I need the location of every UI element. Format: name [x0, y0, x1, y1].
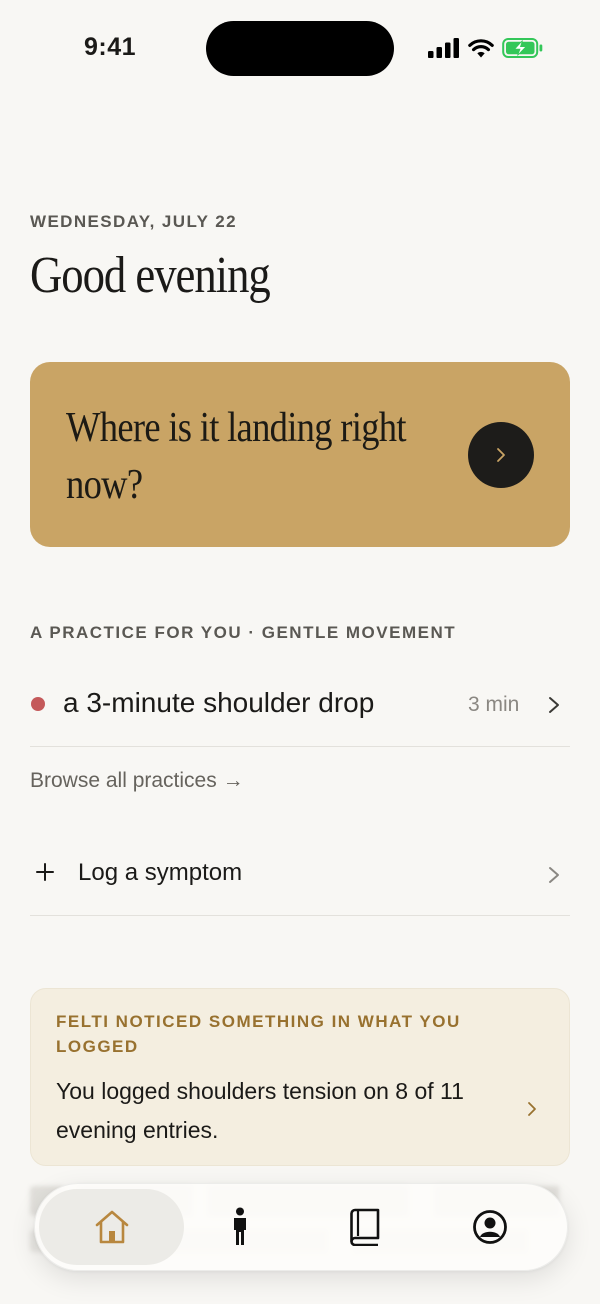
- chevron-right-icon: [549, 867, 559, 883]
- dynamic-island: [206, 21, 394, 76]
- battery-charging-icon: [502, 38, 543, 58]
- plus-icon: [36, 863, 54, 881]
- tab-profile[interactable]: [445, 1189, 535, 1265]
- tab-bar: [34, 1183, 568, 1271]
- checkin-card[interactable]: Where is it landing right now?: [30, 362, 570, 547]
- browse-practices-link[interactable]: Browse all practices →: [30, 769, 244, 793]
- person-icon: [234, 1207, 246, 1245]
- chevron-right-icon: [528, 1102, 536, 1116]
- signal-icon: [428, 38, 459, 58]
- book-icon: [350, 1208, 380, 1246]
- practice-dot: [31, 697, 45, 711]
- practice-item[interactable]: a 3-minute shoulder drop 3 min: [30, 665, 570, 747]
- insight-text: You logged shoulders tension on 8 of 11 …: [56, 1078, 464, 1143]
- practice-section-label: A PRACTICE FOR YOU · GENTLE MOVEMENT: [30, 623, 457, 642]
- chevron-right-icon: [549, 697, 559, 713]
- checkin-go-button[interactable]: [468, 422, 534, 488]
- date-label: WEDNESDAY, JULY 22: [30, 212, 237, 231]
- insight-label: FELTI NOTICED SOMETHING IN WHAT YOU LOGG…: [56, 1012, 461, 1056]
- chevron-right-icon: [497, 448, 505, 462]
- greeting-title: Good evening: [30, 247, 271, 304]
- status-bar: 9:41: [0, 0, 600, 96]
- tab-library[interactable]: [320, 1189, 410, 1265]
- practice-title: a 3-minute shoulder drop: [63, 687, 375, 718]
- tab-body[interactable]: [195, 1189, 285, 1265]
- checkin-prompt: Where is it landing right now?: [66, 405, 406, 508]
- profile-icon: [473, 1210, 507, 1244]
- home-icon: [95, 1210, 128, 1244]
- status-icons: [428, 34, 544, 62]
- log-symptom-label: Log a symptom: [78, 859, 243, 886]
- wifi-icon: [468, 39, 494, 58]
- insight-card[interactable]: FELTI NOTICED SOMETHING IN WHAT YOU LOGG…: [30, 988, 570, 1166]
- practice-duration: 3 min: [468, 693, 520, 716]
- status-time: 9:41: [84, 33, 137, 61]
- log-symptom-row[interactable]: Log a symptom: [30, 830, 570, 916]
- tab-home[interactable]: [39, 1189, 184, 1265]
